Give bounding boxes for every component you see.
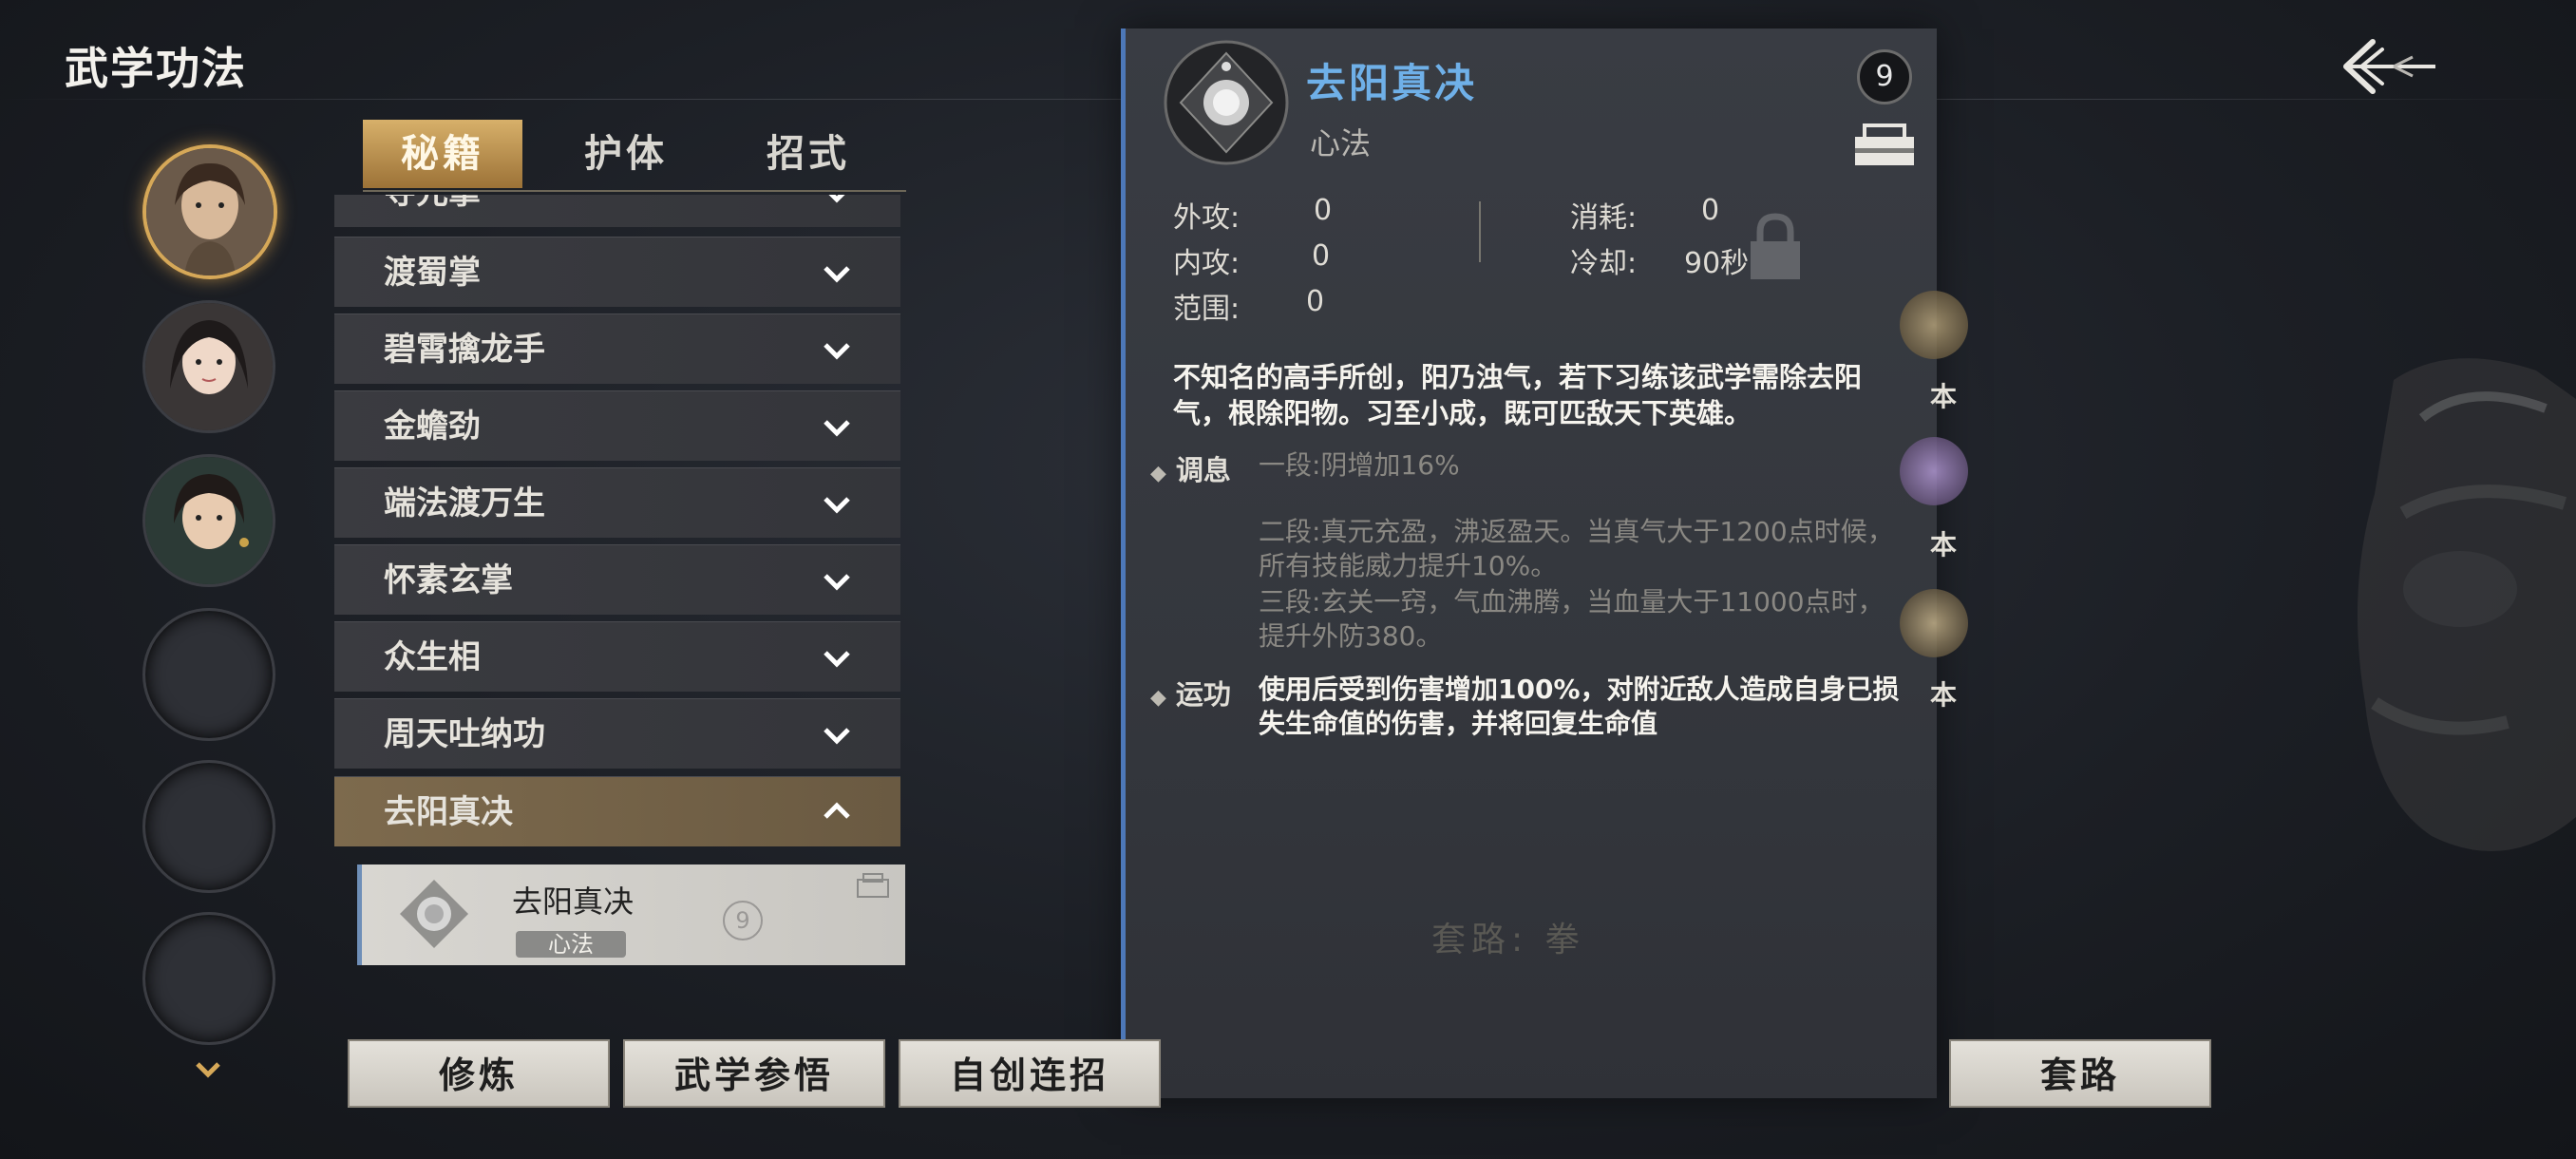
lock-icon [1751,213,1800,279]
skill-row[interactable]: 周天吐纳功 [334,698,900,769]
tab-secret-books[interactable]: 秘籍 [363,120,522,188]
guard-orb-icon[interactable] [1900,291,1968,359]
routine-button[interactable]: 套路 [1949,1039,2211,1108]
skill-emblem-icon [1164,40,1289,165]
page-title: 武学功法 [65,43,247,94]
skill-row-label: 寺元掌 [384,195,481,228]
effect-stage-2: 二段:真元充盈，沸返盈天。当真气大于1200点时候，所有技能威力提升10%。 [1259,516,1894,581]
chevron-down-icon [824,420,850,437]
sub-skill-card[interactable]: 去阳真决 心法 9 [357,864,905,965]
effect-key-breathing: ◆ 调息 [1150,454,1231,486]
chevron-up-icon [824,802,850,819]
skill-type: 心法 [1310,125,1372,162]
stat-inner-attack: 内攻: 0 [1173,239,1331,280]
stat-range: 范围: 0 [1173,285,1325,326]
avatar-character-3[interactable] [142,454,275,587]
chevron-down-icon [828,195,845,203]
skill-row-label: 金蟾劲 [384,408,481,446]
skill-row-partial[interactable]: 寺元掌 [334,195,900,227]
effect-stage-3: 三段:玄关一窍，气血沸腾，当血量大于11000点时，提升外防380。 [1259,586,1885,652]
effect-key-operation: ◆ 运功 [1150,678,1231,711]
chevron-down-icon [824,728,850,745]
stat-cost: 消耗: 0 [1570,194,1720,235]
sub-skill-name: 去阳真决 [512,884,635,920]
stat-divider [1479,201,1481,262]
skill-row-label: 众生相 [384,638,481,676]
skill-row[interactable]: 端法渡万生 [334,467,900,538]
comprehend-button[interactable]: 武学参悟 [623,1039,885,1108]
guard-orb-icon[interactable] [1900,589,1968,657]
back-arrow-icon[interactable] [2337,28,2441,104]
avatar-slot-empty[interactable] [142,912,275,1045]
diamond-bullet-icon: ◆ [1150,686,1166,710]
side-label: 本 [1930,381,1958,412]
gauntlet-artwork [2358,358,2576,852]
tab-body-guard[interactable]: 护体 [546,120,706,188]
skill-row[interactable]: 碧霄擒龙手 [334,314,900,384]
sub-skill-tag: 心法 [516,931,626,958]
skill-row[interactable]: 渡蜀掌 [334,237,900,307]
skill-row[interactable]: 怀素玄掌 [334,544,900,615]
stat-cooldown: 冷却: 90秒 [1570,247,1750,280]
side-label: 本 [1930,679,1958,711]
sub-skill-level-badge: 9 [723,901,763,940]
guard-orb-icon[interactable] [1900,437,1968,505]
chevron-down-icon [824,651,850,668]
diamond-bullet-icon: ◆ [1150,462,1166,485]
chevron-down-icon[interactable] [194,1054,222,1086]
equip-tray-icon [857,873,889,898]
chevron-down-icon [824,574,850,591]
skill-list: 寺元掌 渡蜀掌 碧霄擒龙手 金蟾劲 端法渡万生 怀素玄掌 众生相 周天吐纳功 去… [334,195,902,974]
equip-tray-icon[interactable] [1851,122,1918,169]
effect-operation-text: 使用后受到伤害增加100%，对附近敌人造成自身已损失生命值的伤害，并将回复生命值 [1259,674,1900,739]
stat-outer-attack: 外攻: 0 [1173,194,1333,235]
avatar-character-1[interactable] [142,144,277,279]
avatar-slot-empty[interactable] [142,608,275,741]
effect-stage-1: 一段:阴增加16% [1259,449,1460,481]
skill-row-label: 怀素玄掌 [384,561,513,599]
chevron-down-icon [824,497,850,514]
avatar-character-2[interactable] [142,300,275,433]
chevron-down-icon [824,266,850,283]
skill-row[interactable]: 金蟾劲 [334,390,900,461]
skill-description: 不知名的高手所创，阳乃浊气，若下习练该武学需除去阳气，根除阳物。习至小成，既可匹… [1173,361,1863,429]
skill-title: 去阳真决 [1306,60,1478,106]
skill-row-label: 碧霄擒龙手 [384,331,545,369]
skill-row-selected[interactable]: 去阳真决 [334,776,900,846]
skill-row-label: 渡蜀掌 [384,254,481,292]
skill-level-badge: 9 [1857,49,1912,104]
tab-moves[interactable]: 招式 [729,120,888,188]
skill-detail-panel: 去阳真决 心法 9 外攻: 0 内攻: 0 范围: 0 消耗: 0 冷却: 90秒 不知名… [1121,28,1937,1098]
skill-row-label: 周天吐纳功 [384,715,545,753]
side-label: 本 [1930,529,1958,560]
skill-row[interactable]: 众生相 [334,621,900,692]
cultivate-button[interactable]: 修炼 [348,1039,610,1108]
skill-diamond-icon [400,880,468,948]
skill-row-label: 去阳真决 [384,793,513,831]
route-ghost-text: 套路: 拳 [1431,921,1585,960]
custom-combo-button[interactable]: 自创连招 [899,1039,1161,1108]
tab-bar: 秘籍 护体 招式 [363,120,906,192]
chevron-down-icon [824,343,850,360]
skill-row-label: 端法渡万生 [384,484,545,522]
avatar-slot-empty[interactable] [142,760,275,893]
